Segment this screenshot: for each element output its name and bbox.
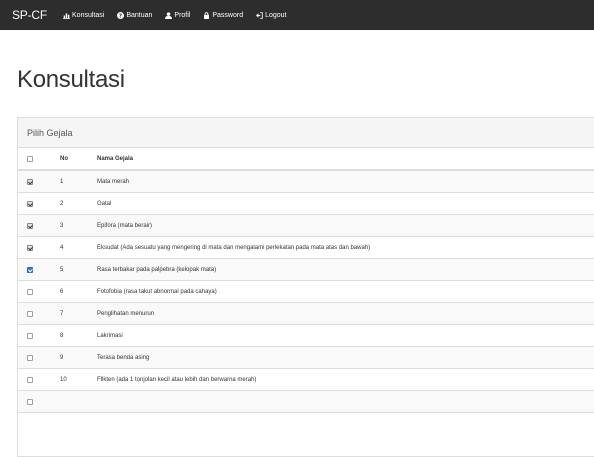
symptom-table-body: 1 Mata merah 2 Gatal 3 Epifora (mata berair) 4… [18,170,594,413]
header-no: No [54,148,90,171]
symptom-name: Epifora (mata berair) [90,214,594,237]
symptom-name: Fllkten (ada 1 tonjolan kecil atau lebih… [90,368,594,391]
table-row[interactable]: 10 Fllkten (ada 1 tonjolan kecil atau leb… [18,368,594,391]
symptom-number: 9 [54,346,90,369]
table-header-row: No Nama Gejala [18,148,594,171]
symptom-name: Terasa benda asing [90,346,594,369]
logout-icon [256,11,263,19]
brand-logo[interactable]: SP-CF [12,8,47,22]
checkbox-cell [18,324,54,347]
checkbox-cell [18,170,54,193]
symptom-checkbox[interactable] [27,200,33,207]
symptom-number: 2 [54,192,90,215]
checkbox-cell [18,214,54,237]
nav-profil-label: Profil [174,11,191,19]
symptom-number: 3 [54,214,90,237]
nav-bantuan[interactable]: ? Bantuan [117,11,153,19]
checkbox-cell [18,192,54,215]
symptom-checkbox[interactable] [27,288,33,295]
symptom-panel: Pilih Gejala No Nama Gejala 1 Mata merah 2… [17,117,594,457]
nav-logout[interactable]: Logout [256,11,287,19]
nav-konsultasi[interactable]: Konsultasi [63,12,104,19]
symptom-checkbox[interactable] [27,332,33,339]
checkbox-cell [18,346,54,369]
page-title: Konsultasi [17,66,125,93]
symptom-number: 8 [54,324,90,347]
symptom-number: 5 [54,258,90,281]
symptom-checkbox[interactable] [27,376,33,383]
symptom-name: Lakrimasi [90,324,594,347]
symptom-checkbox[interactable] [27,266,33,273]
table-row[interactable]: 3 Epifora (mata berair) [18,214,594,237]
symptom-checkbox[interactable] [27,310,33,317]
symptom-checkbox[interactable] [27,222,33,229]
table-row[interactable]: 9 Terasa benda asing [18,346,594,369]
user-icon [165,11,173,19]
table-row[interactable]: 7 Penglihatan menurun [18,302,594,325]
checkbox-cell [18,236,54,259]
symptom-name: Gatal [90,192,594,215]
table-row[interactable]: 8 Lakrimasi [18,324,594,347]
checkbox-cell [18,390,54,413]
symptom-name: Eksudat (Ada sesuatu yang mengering di m… [90,236,594,259]
symptom-checkbox[interactable] [27,178,33,185]
nav-profil[interactable]: Profil [165,12,190,19]
table-row[interactable]: 6 Fotofobia (rasa takut abnormal pada cah… [18,280,594,303]
symptom-name: Fotofobia (rasa takut abnormal pada caha… [90,280,594,303]
symptom-name: Rasa terbakar pada palpebra (kelopak mat… [90,258,594,281]
header-checkbox-cell [18,148,54,171]
nav-password-label: Password [212,11,244,19]
table-row[interactable]: 4 Eksudat (Ada sesuatu yang mengering di … [18,236,594,259]
header-name: Nama Gejala [90,148,594,171]
checkbox-cell [18,258,54,281]
symptom-checkbox[interactable] [27,398,33,405]
nav-logout-label: Logout [265,11,287,19]
symptom-number: 6 [54,280,90,303]
table-row[interactable]: 1 Mata merah [18,170,594,193]
symptom-name: Mata merah [90,170,594,193]
select-all-checkbox[interactable] [27,155,33,162]
nav-password[interactable]: Password [203,12,243,19]
panel-heading: Pilih Gejala [18,118,594,148]
symptom-number: 4 [54,236,90,259]
table-row[interactable]: 5 Rasa terbakar pada palpebra (kelopak ma… [18,258,594,281]
symptom-name [90,390,594,413]
symptom-checkbox[interactable] [27,244,33,251]
symptom-name: Penglihatan menurun [90,302,594,325]
symptom-number: 7 [54,302,90,325]
checkbox-cell [18,368,54,391]
table-row[interactable]: 2 Gatal [18,192,594,215]
lock-icon [204,11,210,19]
top-navbar: SP-CF Konsultasi ? Bantuan Profil Passwo… [0,0,594,30]
table-row[interactable] [18,390,594,413]
checkbox-cell [18,280,54,303]
svg-text:?: ? [119,13,122,18]
nav-bantuan-label: Bantuan [126,11,153,19]
symptom-number [54,390,90,413]
nav-konsultasi-label: Konsultasi [72,11,105,19]
symptom-table: No Nama Gejala 1 Mata merah 2 Gatal 3 Epifora… [18,148,594,413]
help-circle-icon: ? [117,11,125,19]
symptom-checkbox[interactable] [27,354,33,361]
symptom-number: 1 [54,170,90,193]
bar-chart-icon [63,12,71,19]
checkbox-cell [18,302,54,325]
symptom-number: 10 [54,368,90,391]
